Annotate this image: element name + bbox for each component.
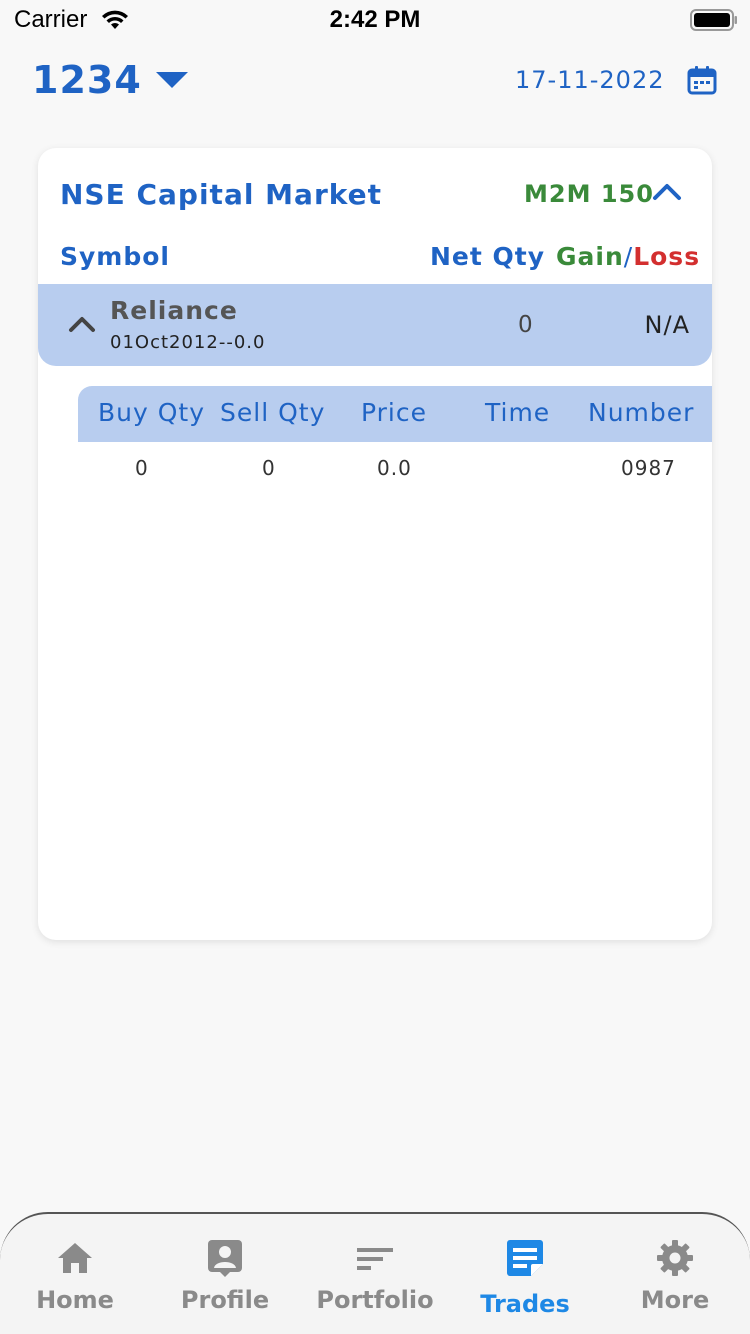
symbol-name: Reliance xyxy=(110,296,238,325)
gain-label: Gain xyxy=(556,242,624,271)
market-card: NSE Capital Market M2M 150 Symbol Net Qt… xyxy=(38,148,712,940)
status-time: 2:42 PM xyxy=(329,6,421,33)
portfolio-icon xyxy=(357,1248,393,1270)
symbol-row-reliance[interactable]: Reliance 01Oct2012--0.0 0 N/A xyxy=(38,284,712,366)
trade-price: 0.0 xyxy=(377,456,412,480)
trade-table-header: Buy Qty Sell Qty Price Time Number xyxy=(78,386,712,442)
market-title: NSE Capital Market xyxy=(60,178,382,211)
trades-screen: Carrier 2:42 PM 1234 17-11-2022 NSE Capi… xyxy=(0,0,750,1334)
status-bar: Carrier 2:42 PM xyxy=(0,0,750,40)
home-icon xyxy=(58,1243,92,1273)
gain-loss-value: N/A xyxy=(644,311,690,339)
m2m-value: M2M 150 xyxy=(524,180,654,208)
tab-label: More xyxy=(640,1286,710,1314)
bottom-tab-bar: Home Profile Portfolio Trades More xyxy=(0,1212,750,1334)
account-selector[interactable]: 1234 xyxy=(32,58,142,102)
chevron-up-icon[interactable] xyxy=(68,314,96,334)
symbol-subtitle: 01Oct2012--0.0 xyxy=(110,332,266,353)
tab-profile[interactable]: Profile xyxy=(150,1214,300,1334)
trade-header-sell-qty: Sell Qty xyxy=(220,398,326,427)
trade-header-time: Time xyxy=(485,398,551,427)
column-header-gain-loss: Gain/Loss xyxy=(556,242,700,271)
date-selector[interactable]: 17-11-2022 xyxy=(515,66,664,94)
tab-portfolio[interactable]: Portfolio xyxy=(300,1214,450,1334)
tab-label: Home xyxy=(36,1286,114,1314)
loss-label: Loss xyxy=(633,242,701,271)
profile-icon xyxy=(208,1240,242,1277)
gear-icon xyxy=(657,1240,693,1276)
caret-down-icon[interactable] xyxy=(156,72,188,90)
battery-icon xyxy=(690,9,737,31)
trade-header-number: Number xyxy=(588,398,695,427)
calendar-icon[interactable] xyxy=(686,64,718,96)
tab-more[interactable]: More xyxy=(600,1214,750,1334)
column-header-symbol: Symbol xyxy=(60,242,170,271)
trade-sell-qty: 0 xyxy=(262,456,276,480)
gain-loss-separator: / xyxy=(623,242,634,271)
chevron-up-icon[interactable] xyxy=(652,180,682,202)
trade-number: 0987 xyxy=(621,456,676,480)
tab-home[interactable]: Home xyxy=(0,1214,150,1334)
tab-label: Profile xyxy=(180,1286,270,1314)
trade-header-price: Price xyxy=(361,398,427,427)
tab-label: Trades xyxy=(480,1290,570,1318)
tab-label: Portfolio xyxy=(316,1286,434,1314)
trade-header-buy-qty: Buy Qty xyxy=(98,398,206,427)
net-qty-value: 0 xyxy=(518,312,533,338)
tab-trades[interactable]: Trades xyxy=(450,1214,600,1334)
trades-icon xyxy=(507,1240,543,1276)
column-header-net-qty: Net Qty xyxy=(430,242,546,271)
trade-buy-qty: 0 xyxy=(135,456,149,480)
